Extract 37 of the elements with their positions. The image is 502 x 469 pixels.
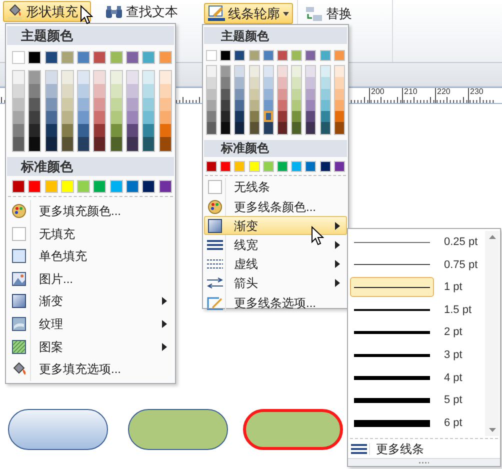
menu-item[interactable]: 单色填充 bbox=[7, 244, 174, 268]
line-weight-label: 3 pt bbox=[444, 348, 462, 364]
menu-item[interactable]: 线宽 bbox=[204, 235, 347, 255]
menu-item[interactable]: 渐变 bbox=[204, 216, 347, 236]
ruler-label: 230 bbox=[469, 88, 484, 98]
menu-item[interactable]: 渐变 bbox=[7, 290, 174, 313]
menu-item[interactable]: 无填充 bbox=[7, 222, 174, 245]
line-weight-label: 5 pt bbox=[444, 393, 462, 408]
menu-item[interactable]: 图片... bbox=[7, 268, 174, 290]
line-weight-label: 1 pt bbox=[444, 280, 462, 296]
ribbon-button[interactable]: 形状填充 bbox=[3, 1, 91, 22]
menu-item[interactable]: 纹理 bbox=[7, 312, 174, 336]
menu-item[interactable]: 更多线条 bbox=[348, 439, 500, 458]
menu-item[interactable]: 图案 bbox=[7, 335, 174, 358]
ribbon-button[interactable]: 线条轮廓 bbox=[204, 3, 293, 24]
line-weight-label: 1.5 pt bbox=[444, 302, 472, 318]
section-header: 标准颜色 bbox=[7, 156, 174, 176]
line-weight-label: 6 pt bbox=[444, 416, 462, 431]
ruler-label: 210 bbox=[403, 88, 418, 98]
line-weight-label: 2 pt bbox=[444, 325, 462, 340]
menu-item[interactable]: 箭头 bbox=[204, 274, 347, 293]
line-weight-label: 0.25 pt bbox=[444, 235, 478, 250]
section-header: 标准颜色 bbox=[204, 140, 347, 157]
line-weight-label: 4 pt bbox=[444, 370, 462, 386]
ribbon-button[interactable]: 替换 bbox=[301, 3, 356, 24]
menu-item[interactable]: 更多填充颜色... bbox=[7, 200, 174, 222]
menu-item[interactable]: 更多填充选项... bbox=[7, 358, 174, 381]
section-header: 主题颜色 bbox=[204, 27, 347, 44]
line-weight-label: 0.75 pt bbox=[444, 258, 478, 273]
menu-item[interactable]: 更多线条选项... bbox=[204, 292, 347, 312]
menu-item[interactable]: 无线条 bbox=[204, 178, 347, 197]
section-header: 主题颜色 bbox=[7, 26, 174, 45]
menu-item[interactable]: 虚线 bbox=[204, 254, 347, 274]
ribbon-button[interactable]: 查找文本 bbox=[101, 1, 182, 22]
ruler-label: 200 bbox=[370, 88, 384, 98]
menu-item[interactable]: 更多线条颜色... bbox=[204, 196, 347, 216]
ruler-label: 220 bbox=[436, 88, 450, 98]
